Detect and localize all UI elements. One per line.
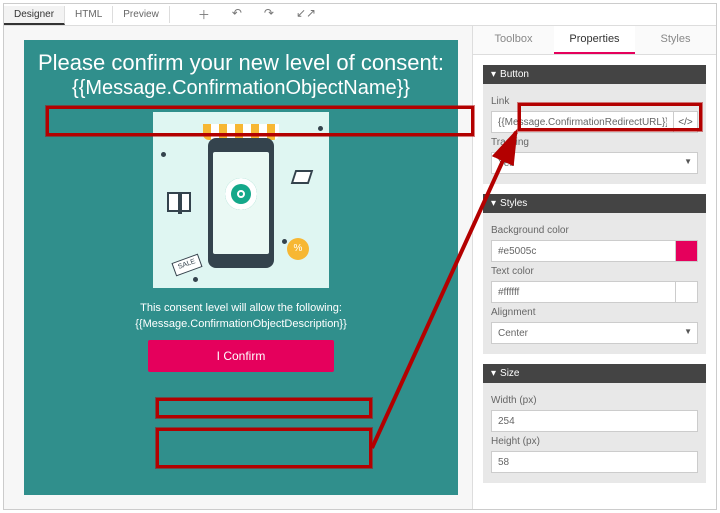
merge-object-name[interactable]: {{Message.ConfirmationObjectName}} — [66, 76, 416, 100]
height-input[interactable] — [491, 451, 698, 473]
chevron-down-icon[interactable]: ▾ — [491, 198, 496, 209]
dot-icon — [161, 152, 166, 157]
alignment-label: Alignment — [491, 307, 698, 318]
phone-icon — [208, 138, 274, 268]
merge-object-description[interactable]: {{Message.ConfirmationObjectDescription}… — [135, 318, 347, 330]
percent-badge-icon: % — [287, 238, 309, 260]
dot-icon — [282, 239, 287, 244]
tab-designer[interactable]: Designer — [4, 6, 65, 25]
view-tabs: Designer HTML Preview ＋ ↶ ↷ ↙↗ — [4, 4, 716, 26]
chevron-down-icon[interactable]: ▾ — [491, 69, 496, 80]
dot-icon — [193, 277, 198, 282]
hero-image[interactable]: SALE % — [153, 112, 329, 288]
tab-properties[interactable]: Properties — [554, 26, 635, 54]
redo-icon[interactable]: ↷ — [264, 6, 274, 23]
textcolor-input[interactable] — [491, 281, 676, 303]
tracking-select[interactable] — [491, 152, 698, 174]
confirm-button[interactable]: I Confirm — [148, 340, 334, 372]
tab-preview[interactable]: Preview — [113, 6, 170, 23]
section-title: Size — [500, 368, 519, 379]
section-button: ▾ Button Link </> Tracking — [483, 65, 706, 184]
email-body[interactable]: Please confirm your new level of consent… — [24, 40, 458, 495]
canvas-toolbar: ＋ ↶ ↷ ↙↗ — [198, 6, 316, 23]
section-styles: ▾ Styles Background color Text color Alig… — [483, 194, 706, 354]
assist-edit-button[interactable]: </> — [674, 111, 698, 133]
target-icon — [225, 178, 257, 210]
section-title: Button — [500, 69, 529, 80]
link-input[interactable] — [491, 111, 674, 133]
consent-subtext: This consent level will allow the follow… — [140, 302, 342, 314]
height-label: Height (px) — [491, 436, 698, 447]
megaphone-icon — [291, 170, 314, 184]
tracking-label: Tracking — [491, 137, 698, 148]
width-input[interactable] — [491, 410, 698, 432]
sale-tag-icon: SALE — [171, 254, 202, 277]
headline: Please confirm your new level of consent… — [38, 50, 444, 76]
bgcolor-label: Background color — [491, 225, 698, 236]
panel-tabs: Toolbox Properties Styles — [473, 26, 716, 55]
gift-icon — [167, 192, 191, 212]
chevron-down-icon[interactable]: ▾ — [491, 368, 496, 379]
alignment-select[interactable] — [491, 322, 698, 344]
design-canvas-wrap: Please confirm your new level of consent… — [4, 26, 472, 509]
textcolor-label: Text color — [491, 266, 698, 277]
collapse-icon[interactable]: ↙↗ — [296, 6, 316, 23]
tab-html[interactable]: HTML — [65, 6, 113, 23]
textcolor-swatch[interactable] — [676, 281, 698, 303]
section-title: Styles — [500, 198, 527, 209]
add-icon[interactable]: ＋ — [198, 6, 210, 23]
undo-icon[interactable]: ↶ — [232, 6, 242, 23]
bgcolor-swatch[interactable] — [676, 240, 698, 262]
tab-styles[interactable]: Styles — [635, 26, 716, 54]
properties-panel: Toolbox Properties Styles ▾ Button Link <… — [472, 26, 716, 509]
tab-toolbox[interactable]: Toolbox — [473, 26, 554, 54]
width-label: Width (px) — [491, 395, 698, 406]
bgcolor-input[interactable] — [491, 240, 676, 262]
link-label: Link — [491, 96, 698, 107]
dot-icon — [318, 126, 323, 131]
section-size: ▾ Size Width (px) Height (px) — [483, 364, 706, 483]
